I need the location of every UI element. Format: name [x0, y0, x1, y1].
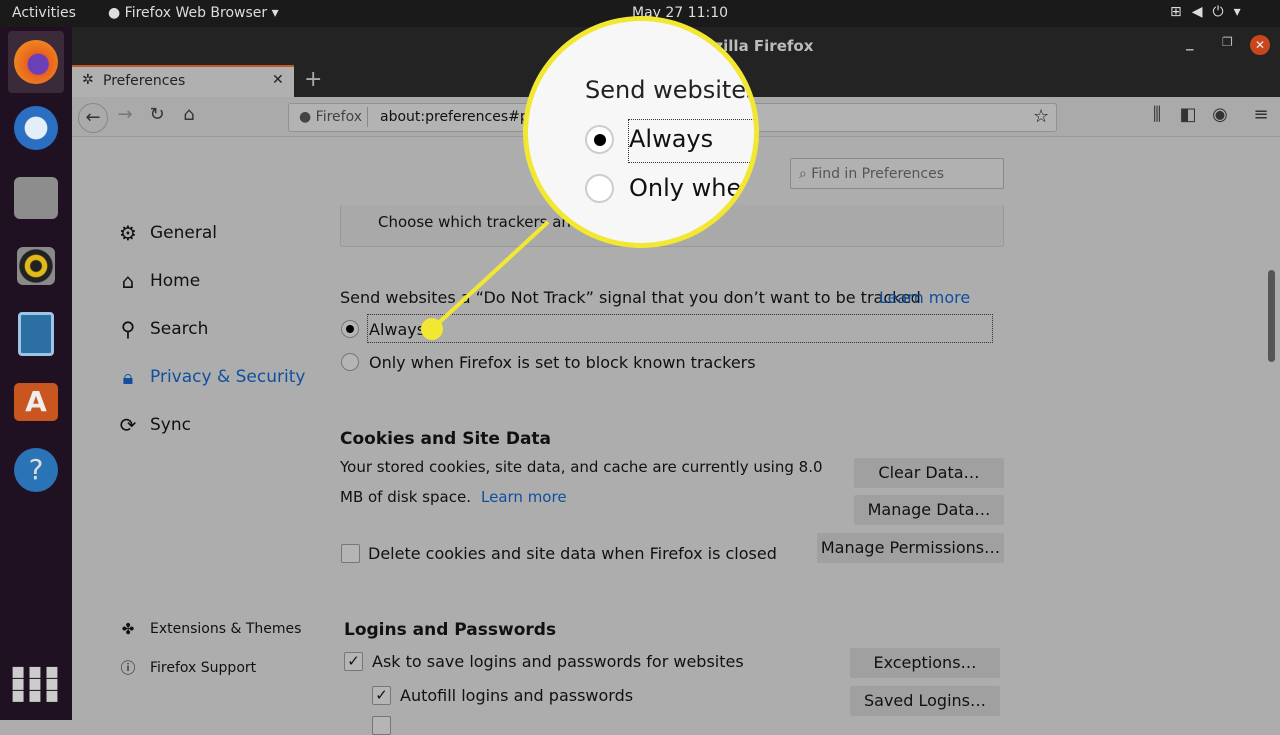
magnifier-callout: Send websites Always Only whe: [523, 16, 759, 248]
callout-line: [430, 220, 550, 331]
magnifier-only-label: Only whe: [629, 174, 742, 202]
magnifier-always-label: Always: [629, 125, 714, 153]
callout-dot: [421, 318, 443, 340]
magnifier-always-radio: [585, 125, 614, 154]
magnifier-only-radio: [585, 174, 614, 203]
magnifier-heading: Send websites: [585, 76, 759, 104]
